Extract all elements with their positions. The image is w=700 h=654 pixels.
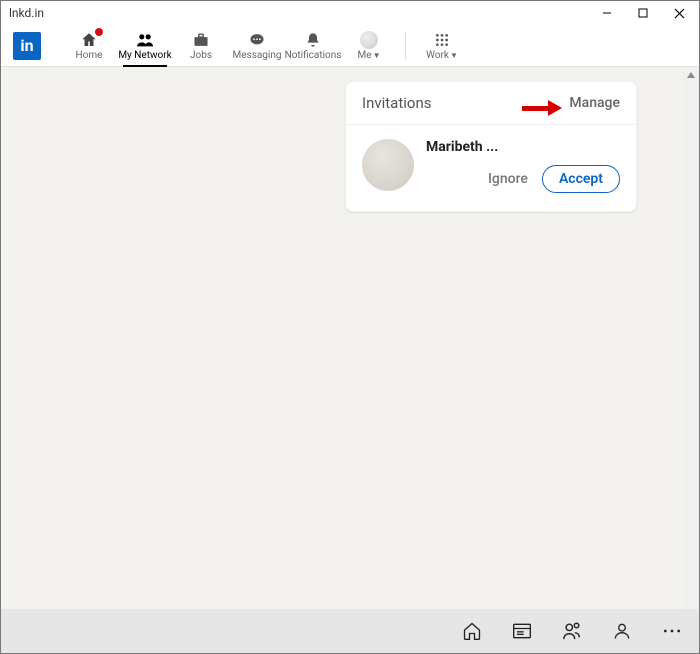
nav-me-label: Me▼ (358, 51, 381, 61)
nav-me[interactable]: Me▼ (341, 25, 397, 67)
briefcase-icon (192, 31, 210, 49)
bell-icon (305, 31, 321, 49)
nav-home-label: Home (76, 51, 103, 61)
people-icon (135, 31, 155, 49)
invitee-avatar[interactable] (362, 139, 414, 191)
nav-work[interactable]: Work▼ (414, 25, 470, 67)
avatar-icon (360, 31, 378, 49)
linkedin-logo[interactable]: in (13, 32, 41, 60)
nav-divider (405, 32, 406, 60)
top-nav: in Home My Network Jobs Messaging Notifi… (1, 25, 699, 67)
nav-notifications-label: Notifications (285, 51, 342, 61)
window-title: lnkd.in (9, 6, 44, 20)
manage-link[interactable]: Manage (569, 95, 620, 111)
invitee-name[interactable]: Maribeth ... (426, 139, 620, 155)
notification-badge (94, 27, 104, 37)
content-area: Invitations Manage Maribeth ... Ignore A… (1, 67, 683, 609)
grid-icon (434, 31, 450, 49)
nav-my-network[interactable]: My Network (117, 25, 173, 67)
nav-messaging-label: Messaging (233, 51, 282, 61)
chat-icon (248, 31, 266, 49)
nav-jobs-label: Jobs (190, 51, 212, 61)
taskbar-profile-icon[interactable] (611, 620, 633, 642)
invitations-title: Invitations (362, 94, 431, 112)
taskbar-more-icon[interactable] (661, 620, 683, 642)
annotation-arrow (522, 100, 562, 116)
window-titlebar: lnkd.in (1, 1, 699, 25)
window-maximize-button[interactable] (625, 2, 661, 24)
bottom-taskbar (1, 609, 699, 653)
window-close-button[interactable] (661, 2, 697, 24)
home-icon (80, 31, 98, 49)
scroll-up-icon[interactable] (683, 67, 699, 83)
taskbar-news-icon[interactable] (511, 620, 533, 642)
window-controls (589, 2, 697, 24)
nav-messaging[interactable]: Messaging (229, 25, 285, 67)
nav-notifications[interactable]: Notifications (285, 25, 341, 67)
ignore-button[interactable]: Ignore (488, 171, 528, 187)
nav-jobs[interactable]: Jobs (173, 25, 229, 67)
nav-home[interactable]: Home (61, 25, 117, 67)
invitation-row: Maribeth ... Ignore Accept (346, 125, 636, 211)
nav-work-label: Work▼ (426, 51, 458, 61)
nav-my-network-label: My Network (118, 51, 171, 61)
window-minimize-button[interactable] (589, 2, 625, 24)
invitations-card: Invitations Manage Maribeth ... Ignore A… (345, 81, 637, 212)
vertical-scrollbar[interactable] (683, 67, 699, 609)
taskbar-home-icon[interactable] (461, 620, 483, 642)
accept-button[interactable]: Accept (542, 165, 620, 193)
invitations-header: Invitations Manage (346, 82, 636, 125)
taskbar-people-icon[interactable] (561, 620, 583, 642)
